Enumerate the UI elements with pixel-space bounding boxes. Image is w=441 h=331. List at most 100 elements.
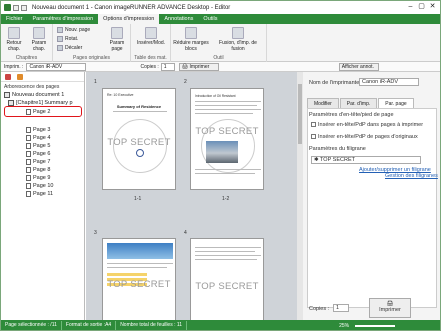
minimize-button[interactable]: – (405, 2, 416, 12)
text-line (195, 113, 253, 114)
page-1-title: Summary of Residence (116, 104, 162, 109)
inserer-mod-button[interactable]: Insérer/Mod. (133, 27, 169, 46)
delete-icon[interactable] (5, 73, 11, 80)
retour-chap-button[interactable]: Retour chap. (3, 27, 25, 52)
status-bar: Page sélectionnée : /11 Format de sortie… (1, 320, 440, 330)
rotat-button[interactable]: Rotat. (57, 36, 78, 42)
page-tree-toolbar (1, 72, 84, 82)
tree-page[interactable]: Page 10 (26, 183, 54, 189)
chk-insert-original[interactable]: Insérer en-tête/PdP de pages d'originaux (311, 134, 418, 140)
page-number: 4 (184, 230, 187, 236)
text-line (195, 169, 261, 170)
decaler-button[interactable]: Décaler (57, 45, 82, 51)
group-label-table-des-mat: Table des mat. (134, 55, 167, 61)
page-icon (26, 135, 31, 141)
watermark-text: TOP SECRET (195, 126, 259, 137)
app-icon (4, 4, 11, 11)
status-format: Format de sortie :A4 (62, 321, 117, 330)
page-thumbnail-3[interactable]: TOP SECRET (102, 238, 176, 320)
page-1-header: Re: 10 Executive (107, 93, 134, 97)
new-page-icon (57, 27, 63, 33)
zoom-level: 25% (339, 322, 350, 329)
printer-bar: Imprim. : Canon iR-ADV Copies : 1 🖨 Impr… (1, 62, 440, 72)
tree-page[interactable]: Page 5 (26, 143, 50, 149)
tree-page[interactable]: Page 11 (26, 191, 53, 197)
copies-label: Copies : (140, 63, 159, 70)
page-preview-area: 1 2 Re: 10 Executive Summary of Residenc… (86, 72, 303, 320)
right-print-button[interactable]: 🖨 Imprimer (369, 298, 411, 318)
menu-options-impression[interactable]: Options d'impression (98, 14, 160, 24)
edit-icon[interactable] (17, 73, 23, 80)
chk-insert-printed[interactable]: Insérer en-tête/PdP dans pages à imprime… (311, 122, 423, 128)
page-thumbnail-2[interactable]: Introduction of Oil Resistant TOP SECRET (190, 88, 264, 190)
status-page: Page sélectionnée : /11 (1, 321, 62, 330)
selection-highlight (4, 106, 82, 117)
scrollbar-thumb[interactable] (298, 84, 302, 144)
maximize-button[interactable]: ▢ (416, 2, 427, 12)
reduire-marges-button[interactable]: Réduire marges blocs (173, 27, 209, 52)
printer-name-label: Nom de l'imprimante : (309, 80, 363, 86)
right-copies-input[interactable]: 1 (333, 304, 349, 312)
merge-icon (232, 27, 244, 39)
page-icon (26, 183, 31, 189)
page-icon (26, 191, 31, 197)
text-line (195, 109, 261, 110)
checkbox[interactable] (311, 134, 316, 140)
page-number: 2 (184, 79, 187, 85)
return-chapter-icon (8, 27, 20, 39)
app-window: Nouveau document 1 - Canon imageRUNNER A… (0, 0, 441, 331)
page-thumbnail-1[interactable]: Re: 10 Executive Summary of Residence TO… (102, 88, 176, 190)
group-label-chapitres: Chapitres (15, 55, 38, 61)
page-2-header: Introduction of Oil Resistant (195, 94, 236, 98)
nouv-page-button[interactable]: Nouv. page (57, 27, 90, 33)
close-button[interactable]: ✕ (427, 2, 438, 12)
tree-page[interactable]: Page 8 (26, 167, 50, 173)
settings-tabs: Modifier Par. d'imp. Par. page (307, 98, 415, 108)
text-line (195, 105, 257, 106)
tab-par-imp[interactable]: Par. d'imp. (339, 98, 378, 108)
page-icon (26, 167, 31, 173)
param-page-button[interactable]: Param page (105, 27, 129, 52)
quick-undo-icon[interactable] (21, 4, 27, 11)
group-chapitres: Retour chap. Param chap. Chapitres (1, 24, 53, 62)
text-line (107, 267, 167, 268)
manage-watermarks-link[interactable]: Gestion des filigranes (385, 173, 438, 179)
zoom-slider[interactable] (355, 324, 396, 327)
printer-select[interactable]: Canon iR-ADV (26, 62, 87, 71)
tab-par-page[interactable]: Par. page (378, 98, 414, 108)
quick-save-icon[interactable] (13, 4, 19, 11)
tree-page[interactable]: Page 3 (26, 127, 50, 133)
menu-parametres-impression[interactable]: Paramètres d'impression (28, 14, 99, 24)
tab-modifier[interactable]: Modifier (307, 98, 339, 108)
document-icon (4, 92, 10, 98)
text-line (107, 263, 173, 264)
menu-outils[interactable]: Outils (198, 14, 222, 24)
printer-name-select[interactable]: Canon iR-ADV (359, 78, 419, 86)
fusion-button[interactable]: Fusion, d'imp. de fusion (213, 27, 263, 52)
status-sheets: Nombre total de feuilles : 11 (116, 321, 188, 330)
menu-annotations[interactable]: Annotations (159, 14, 198, 24)
print-button[interactable]: 🖨 Imprimer (178, 62, 219, 71)
menu-fichier[interactable]: Fichier (1, 14, 28, 24)
tree-page[interactable]: Page 4 (26, 135, 50, 141)
tree-page[interactable]: Page 6 (26, 151, 50, 157)
watermark-select[interactable]: ✱ TOP SECRET (311, 156, 421, 164)
page-thumbnail-4[interactable]: TOP SECRET (190, 238, 264, 320)
tree-document[interactable]: Nouveau document 1 (4, 92, 64, 98)
watermark-text: TOP SECRET (107, 279, 171, 290)
param-chap-button[interactable]: Param chap. (27, 27, 51, 52)
reduce-margins-icon (185, 27, 197, 39)
tree-page[interactable]: Page 7 (26, 159, 50, 165)
checkbox[interactable] (311, 122, 316, 128)
window-title: Nouveau document 1 - Canon imageRUNNER A… (32, 4, 231, 11)
text-line (195, 101, 261, 102)
text-line (195, 255, 261, 256)
text-line (113, 111, 167, 112)
page-icon (26, 159, 31, 165)
copies-input[interactable]: 1 (160, 62, 175, 71)
tree-page[interactable]: Page 9 (26, 175, 50, 181)
header-footer-heading: Paramètres d'en-tête/pied de page (309, 112, 394, 118)
watermark-text: TOP SECRET (107, 137, 171, 148)
show-annotations-button[interactable]: Afficher annot. (338, 62, 379, 71)
group-outil: Réduire marges blocs Fusion, d'imp. de f… (171, 24, 267, 62)
